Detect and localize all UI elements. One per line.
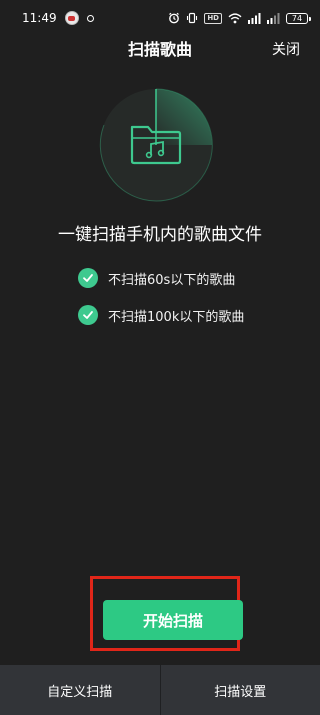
start-scan-button[interactable]: 开始扫描 <box>103 600 243 640</box>
wifi-icon <box>228 12 242 23</box>
scan-heading: 一键扫描手机内的歌曲文件 <box>58 225 262 245</box>
list-item: 不扫描60s以下的歌曲 <box>78 266 244 290</box>
check-icon <box>78 305 98 325</box>
hero-illustration <box>96 85 216 205</box>
feature-list: 不扫描60s以下的歌曲 不扫描100k以下的歌曲 <box>78 266 244 340</box>
notification-app-icon <box>64 11 79 25</box>
feature-label: 不扫描100k以下的歌曲 <box>108 309 245 325</box>
signal-icon <box>248 12 261 24</box>
alarm-icon <box>169 12 180 24</box>
custom-scan-tab[interactable]: 自定义扫描 <box>0 665 160 715</box>
battery-icon: 74 <box>286 12 311 24</box>
hd-badge: HD <box>204 12 222 24</box>
status-right: HD 74 <box>168 12 311 24</box>
status-bar: 11:49 HD 74 <box>0 0 320 36</box>
notification-dot-icon <box>86 14 94 22</box>
status-time: 11:49 <box>22 11 57 25</box>
music-folder-icon <box>99 88 213 202</box>
list-item: 不扫描100k以下的歌曲 <box>78 303 244 327</box>
vibrate-icon <box>187 12 198 24</box>
check-icon <box>78 268 98 288</box>
header: 扫描歌曲 关闭 <box>0 36 320 68</box>
close-button[interactable]: 关闭 <box>272 36 300 64</box>
status-left: 11:49 <box>22 11 94 25</box>
bottom-bar: 自定义扫描 扫描设置 <box>0 665 320 715</box>
scan-settings-tab[interactable]: 扫描设置 <box>161 665 320 715</box>
signal-icon-2 <box>267 12 280 24</box>
feature-label: 不扫描60s以下的歌曲 <box>108 272 236 288</box>
